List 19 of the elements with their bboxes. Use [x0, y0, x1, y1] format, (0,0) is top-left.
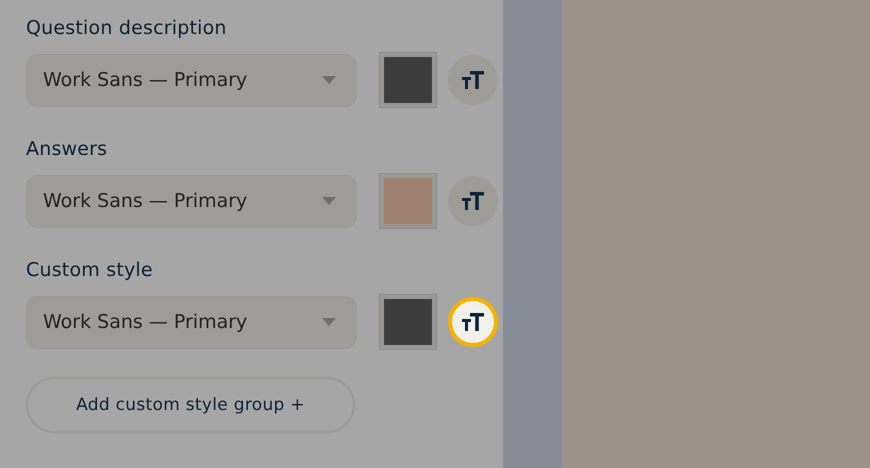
color-swatch[interactable]: [380, 53, 436, 107]
color-swatch[interactable]: [380, 295, 436, 349]
caret-icon: [322, 318, 336, 326]
text-size-icon: [462, 313, 484, 331]
color-swatch[interactable]: [380, 174, 436, 228]
font-dropdown[interactable]: Work Sans — Primary: [26, 54, 357, 106]
field-label: Answers: [26, 137, 108, 162]
caret-icon: [322, 76, 336, 84]
font-dropdown[interactable]: Work Sans — Primary: [26, 174, 357, 228]
font-dropdown[interactable]: Work Sans — Primary: [26, 296, 357, 348]
add-group-button[interactable]: Add custom style group +: [26, 377, 355, 433]
text-size-icon: [462, 192, 484, 210]
caret-icon: [322, 197, 336, 205]
field-label: Question description: [26, 16, 228, 41]
text-size-button[interactable]: [448, 55, 498, 105]
text-size-icon: [462, 71, 484, 89]
text-size-button[interactable]: [448, 297, 498, 347]
field-label: Custom style: [26, 258, 154, 283]
text-size-button[interactable]: [448, 176, 498, 226]
